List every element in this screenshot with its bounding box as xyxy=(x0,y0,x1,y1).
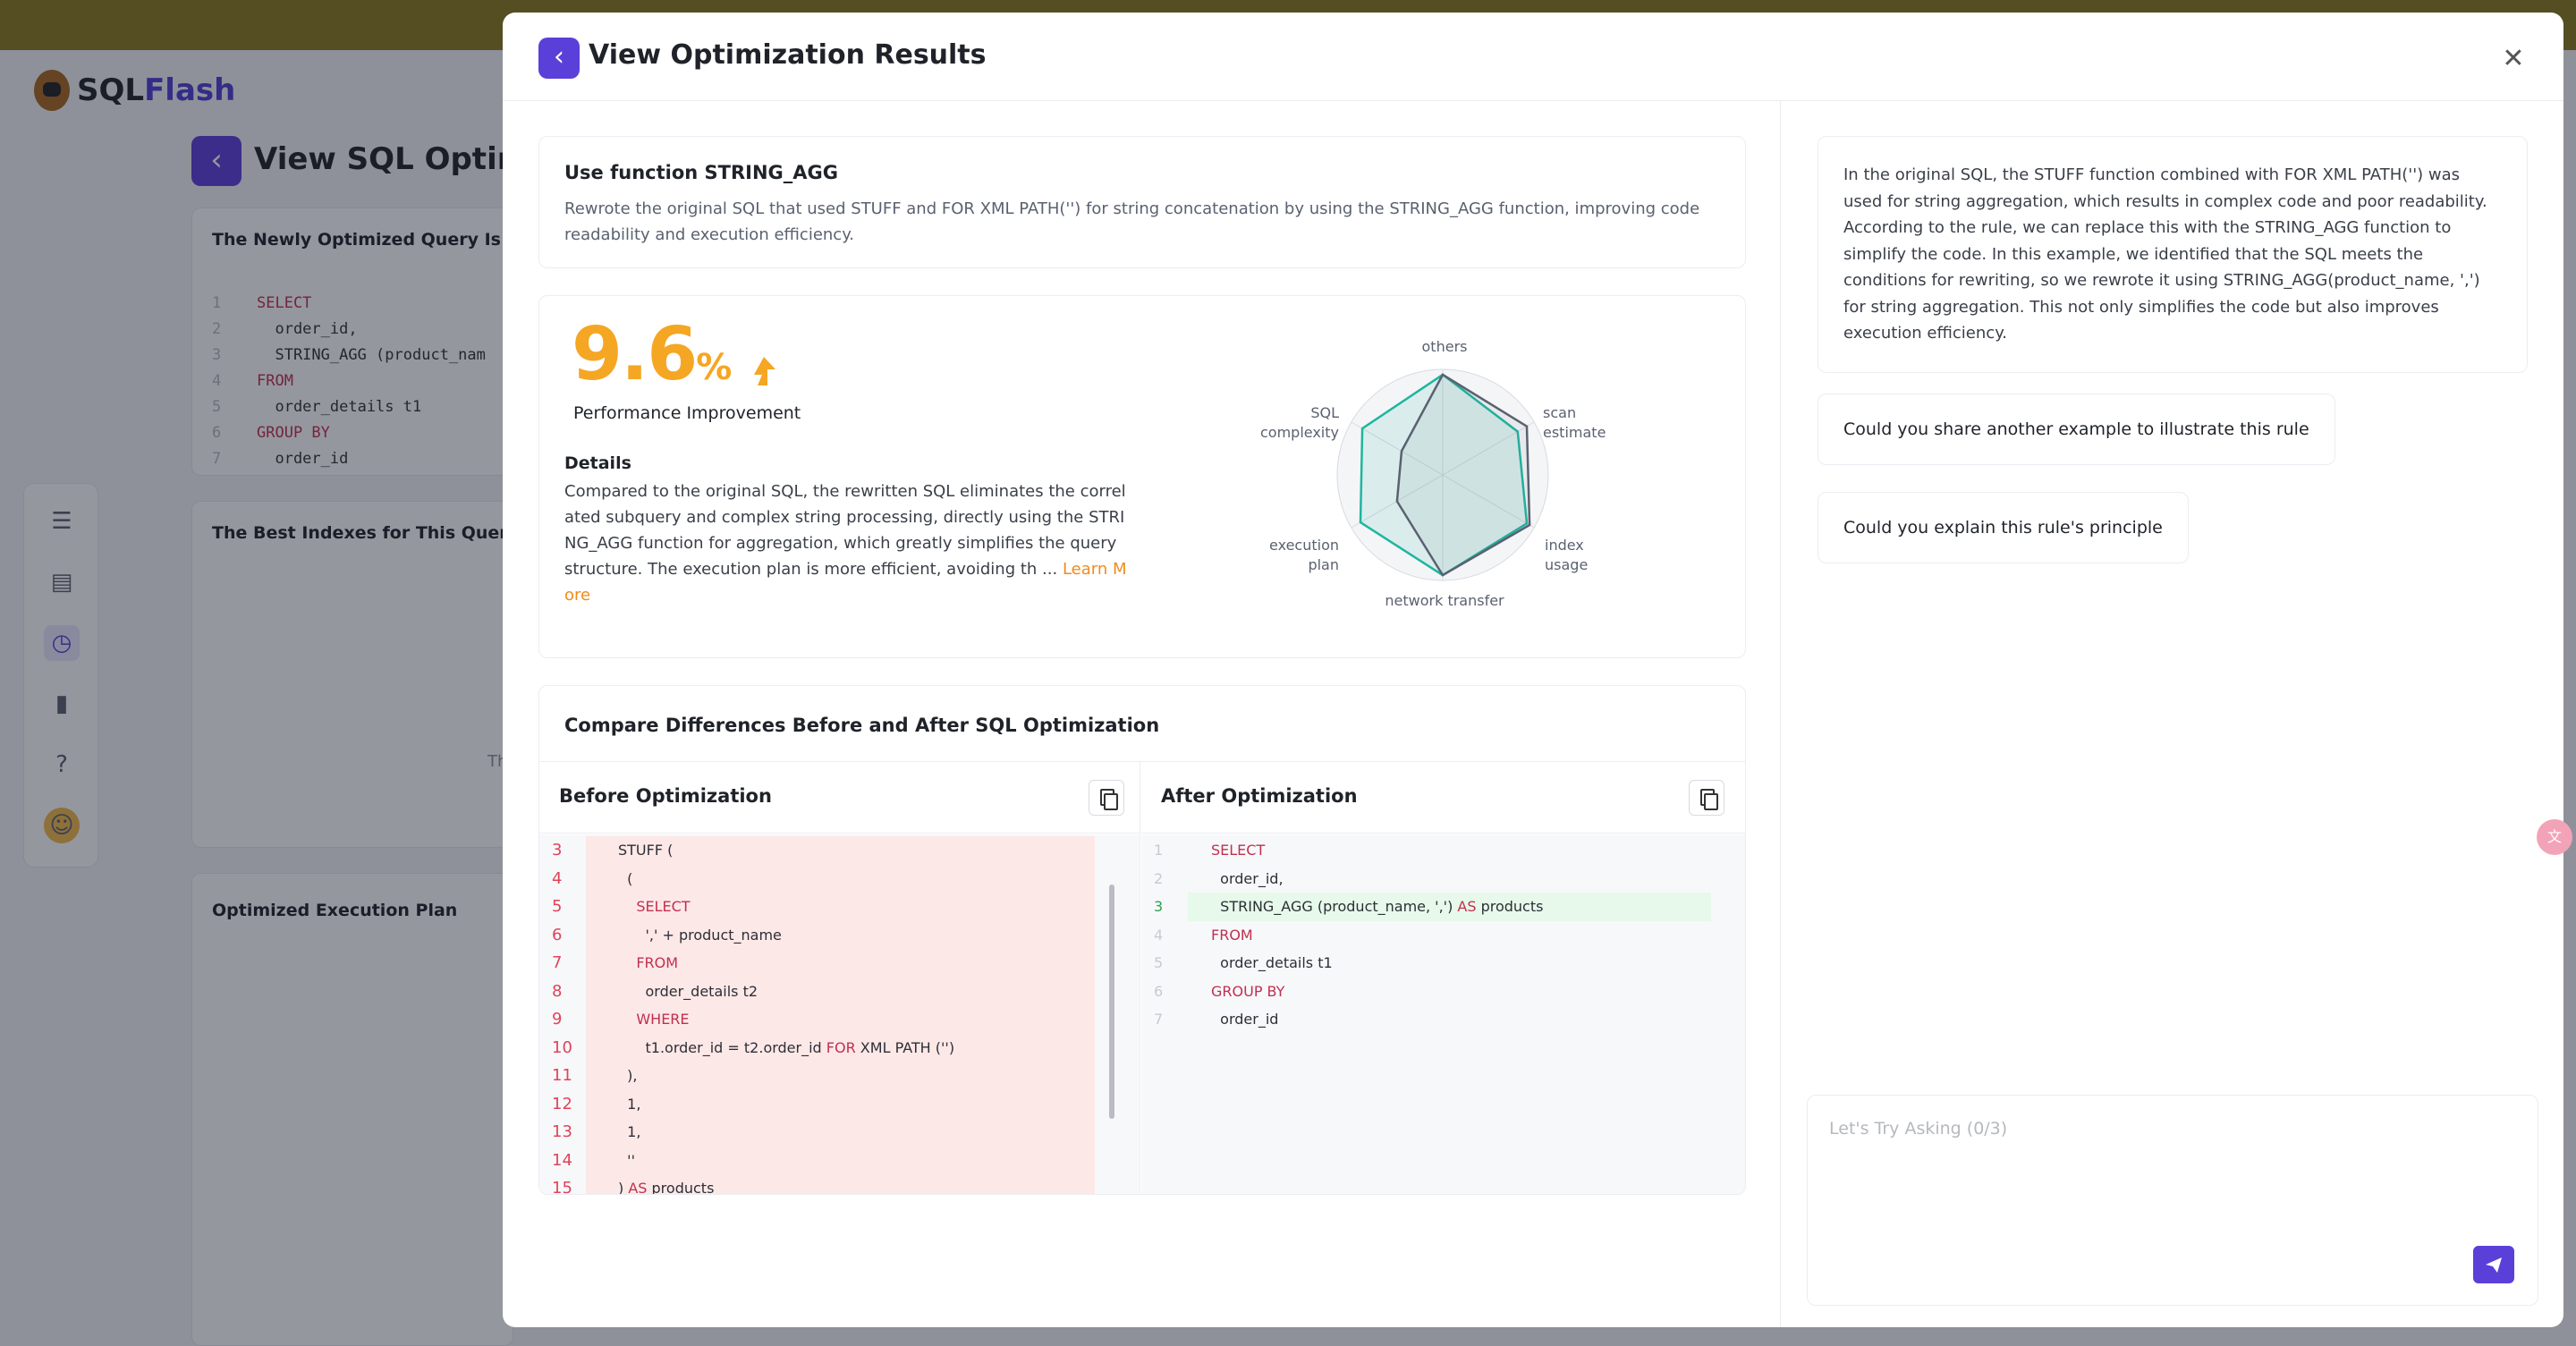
performance-card: 9.6% Performance Improvement Details Com… xyxy=(538,295,1746,658)
chat-answer: In the original SQL, the STUFF function … xyxy=(1818,136,2528,373)
translate-icon[interactable]: 文 xyxy=(2537,819,2572,855)
before-code-line: 13 1, xyxy=(539,1118,1140,1147)
before-code-line: 11 ), xyxy=(539,1062,1140,1090)
before-code-line: 8 order_details t2 xyxy=(539,977,1140,1005)
after-code-line: 3 STRING_AGG (product_name, ',') AS prod… xyxy=(1141,893,1745,921)
compare-card: Compare Differences Before and After SQL… xyxy=(538,685,1746,1195)
after-code-line: 4 FROM xyxy=(1154,926,1253,944)
modal-title: View Optimization Results xyxy=(589,39,987,71)
details-body: Compared to the original SQL, the rewrit… xyxy=(564,482,1126,579)
copy-icon[interactable] xyxy=(1089,780,1124,816)
close-icon[interactable]: ✕ xyxy=(2497,43,2529,75)
before-code-line: 5 SELECT xyxy=(539,893,1140,921)
radar-label-network: network transfer xyxy=(1385,592,1504,609)
before-code-line: 7 FROM xyxy=(539,949,1140,978)
before-code-line: 14 '' xyxy=(539,1146,1140,1174)
before-title: Before Optimization xyxy=(559,785,772,807)
arrow-up-icon xyxy=(754,357,775,385)
performance-number: 9.6 xyxy=(572,312,698,397)
chevron-left-icon[interactable]: ‹ xyxy=(538,38,580,79)
rule-card: Use function STRING_AGG Rewrote the orig… xyxy=(538,136,1746,268)
ask-input[interactable] xyxy=(1829,1119,2455,1139)
before-code-line: 6 ',' + product_name xyxy=(539,920,1140,949)
after-title: After Optimization xyxy=(1161,785,1358,807)
before-code-line: 3 STUFF ( xyxy=(539,836,1140,865)
radar-label-sql-2: complexity xyxy=(1260,424,1339,441)
radar-label-index-2: usage xyxy=(1545,556,1588,573)
after-code-line: 5 order_details t1 xyxy=(1154,954,1333,971)
modal-header-divider xyxy=(503,100,2563,101)
rule-title: Use function STRING_AGG xyxy=(564,162,838,183)
details-text: Compared to the original SQL, the rewrit… xyxy=(564,478,1130,608)
radar-label-index-1: index xyxy=(1545,537,1584,554)
after-pane-header: After Optimization xyxy=(1141,762,1745,834)
before-code-lines: 3 STUFF (4 (5 SELECT 6 ',' + product_name 7… xyxy=(539,836,1140,1194)
performance-radar-chart: others scan estimate index usage network… xyxy=(1260,338,1606,609)
after-code-line: 2 order_id, xyxy=(1154,869,1284,887)
after-code[interactable]: 1 SELECT 2 order_id, 3 STRING_AGG (product_… xyxy=(1141,834,1745,1194)
radar-label-scan-1: scan xyxy=(1543,404,1576,421)
before-code-line: 10 t1.order_id = t2.order_id FOR XML PAT… xyxy=(539,1033,1140,1062)
suggestion-chip-principle[interactable]: Could you explain this rule's principle xyxy=(1818,492,2189,563)
optimization-results-modal: ‹ View Optimization Results ✕ Use functi… xyxy=(503,13,2563,1327)
after-pane: After Optimization 1 SELECT 2 order_id, 3 S… xyxy=(1141,762,1745,1194)
radar-label-exec-2: plan xyxy=(1308,556,1339,573)
performance-unit: % xyxy=(696,347,732,388)
before-scrollbar[interactable] xyxy=(1109,885,1114,1119)
radar-label-others: others xyxy=(1422,338,1468,355)
before-code-line: 9 WHERE xyxy=(539,1005,1140,1034)
performance-label: Performance Improvement xyxy=(573,403,801,423)
rule-description: Rewrote the original SQL that used STUFF… xyxy=(564,199,1700,244)
before-code[interactable]: 3 STUFF (4 (5 SELECT 6 ',' + product_name 7… xyxy=(539,834,1140,1194)
before-pane-header: Before Optimization xyxy=(539,762,1140,834)
send-icon xyxy=(2486,1257,2502,1273)
before-pane: Before Optimization 3 STUFF (4 (5 SELECT 6… xyxy=(539,762,1140,1194)
radar-label-sql-1: SQL xyxy=(1310,404,1339,421)
before-code-line: 12 1, xyxy=(539,1089,1140,1118)
performance-value: 9.6% xyxy=(572,312,732,397)
radar-label-exec-1: execution xyxy=(1269,537,1339,554)
after-code-line: 7 order_id xyxy=(1154,1011,1279,1028)
radar-label-scan-2: estimate xyxy=(1543,424,1606,441)
details-title: Details xyxy=(564,453,631,473)
before-code-line: 4 ( xyxy=(539,864,1140,893)
suggestion-chip-example[interactable]: Could you share another example to illus… xyxy=(1818,394,2335,465)
after-code-line: 6 GROUP BY xyxy=(1154,982,1285,1000)
after-code-line: 1 SELECT xyxy=(1154,842,1266,859)
before-code-line: 15) AS products xyxy=(539,1174,1140,1194)
compare-title: Compare Differences Before and After SQL… xyxy=(564,715,1160,736)
copy-icon[interactable] xyxy=(1689,780,1724,816)
send-button[interactable] xyxy=(2473,1246,2514,1283)
ask-box xyxy=(1807,1095,2538,1306)
after-code-lines: 1 SELECT 2 order_id, 3 STRING_AGG (product_… xyxy=(1141,836,1745,1034)
modal-column-divider xyxy=(1780,100,1781,1327)
